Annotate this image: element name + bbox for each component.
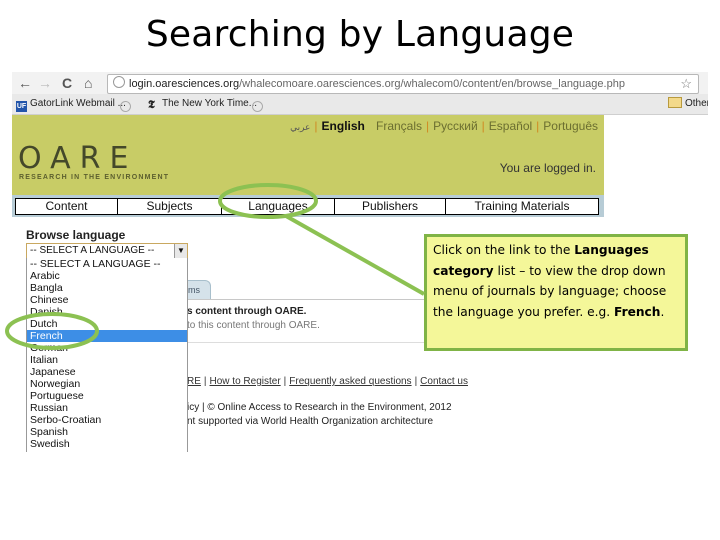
footer-link-faq[interactable]: Frequently asked questions — [289, 376, 411, 387]
tagline: RESEARCH IN THE ENVIRONMENT — [19, 174, 170, 181]
language-switcher: عربي|English|Françals|Русский|Español|Po… — [290, 119, 598, 133]
footer-link-about[interactable]: RE — [187, 376, 201, 387]
language-option[interactable]: Arabic — [27, 270, 187, 282]
browser-toolbar: ← → C ⌂ login.oaresciences.org/whalecomo… — [12, 72, 708, 94]
language-option[interactable]: Japanese — [27, 366, 187, 378]
language-option[interactable]: Serbo-Croatian — [27, 414, 187, 426]
language-option[interactable]: Russian — [27, 402, 187, 414]
language-option[interactable]: French — [27, 330, 187, 342]
language-option[interactable]: German — [27, 342, 187, 354]
lang-english[interactable]: English — [322, 119, 365, 133]
language-option[interactable]: Spanish — [27, 426, 187, 438]
language-option[interactable]: Swedish — [27, 438, 187, 450]
footer-copyright: icy | © Online Access to Research in the… — [187, 402, 452, 413]
nav-subjects[interactable]: Subjects — [118, 199, 222, 214]
language-option[interactable]: Chinese — [27, 294, 187, 306]
browse-language-heading: Browse language — [26, 228, 126, 242]
content-line-1: s content through OARE. — [187, 306, 307, 317]
language-select[interactable]: -- SELECT A LANGUAGE -- ▼ — [26, 243, 188, 259]
uf-logo-icon: UF — [16, 101, 27, 112]
footer-support: nt supported via World Health Organizati… — [187, 416, 434, 427]
forward-icon[interactable]: → — [38, 74, 52, 92]
footer-link-contact[interactable]: Contact us — [420, 376, 468, 387]
home-icon[interactable]: ⌂ — [84, 74, 92, 92]
content-tab[interactable]: ms — [187, 280, 211, 299]
footer-links: RE | How to Register | Frequently asked ques… — [187, 376, 468, 387]
language-option[interactable]: Italian — [27, 354, 187, 366]
folder-icon — [668, 97, 682, 108]
bookmarks-bar: UF GatorLink Webmail ... 𝕿 The New York Ti… — [12, 94, 708, 115]
reload-icon[interactable]: C — [62, 74, 72, 92]
lang-arabic[interactable]: عربي — [290, 122, 310, 132]
bookmark-star-icon[interactable]: ☆ — [680, 75, 692, 93]
nav-content[interactable]: Content — [16, 199, 118, 214]
callout-bold-french: French — [614, 304, 661, 319]
bookmark-gatorlink[interactable]: UF GatorLink Webmail ... — [16, 94, 126, 114]
slide-title: Searching by Language — [145, 14, 575, 55]
footer-link-register[interactable]: How to Register — [210, 376, 281, 387]
language-option[interactable]: Dutch — [27, 318, 187, 330]
nav-publishers[interactable]: Publishers — [335, 199, 446, 214]
chevron-down-icon[interactable]: ▼ — [174, 244, 187, 258]
language-select-value: -- SELECT A LANGUAGE -- — [30, 245, 155, 256]
other-bookmarks[interactable]: Other — [668, 94, 708, 114]
url-bar[interactable]: login.oaresciences.org/whalecomoare.oare… — [107, 74, 699, 94]
lang-portuguese[interactable]: Português — [543, 119, 598, 133]
lang-french[interactable]: Françals — [376, 119, 422, 133]
instruction-callout: Click on the link to the Languages categ… — [424, 234, 688, 351]
language-dropdown-list: -- SELECT A LANGUAGE -- Arabic Bangla Chine… — [26, 258, 188, 452]
language-option[interactable]: Norwegian — [27, 378, 187, 390]
nav-languages[interactable]: Languages — [222, 199, 335, 214]
content-line-2: to this content through OARE. — [187, 320, 320, 331]
main-nav: Content Subjects Languages Publishers Tr… — [12, 195, 604, 217]
back-icon[interactable]: ← — [18, 74, 32, 92]
globe-icon — [120, 101, 131, 112]
lang-russian[interactable]: Русский — [433, 119, 478, 133]
nav-training-materials[interactable]: Training Materials — [446, 199, 598, 214]
language-option[interactable]: Portuguese — [27, 390, 187, 402]
globe-icon — [252, 101, 263, 112]
language-option[interactable]: Danish — [27, 306, 187, 318]
page-info-icon — [113, 76, 125, 88]
site-header: عربي|English|Françals|Русский|Español|Po… — [12, 115, 604, 195]
url-host: login.oaresciences.org — [129, 78, 240, 90]
lang-spanish[interactable]: Español — [489, 119, 532, 133]
nyt-logo-icon: 𝕿 — [148, 99, 155, 111]
url-path: /whalecomoare.oaresciences.org/whalecom0… — [239, 78, 625, 90]
login-status: You are logged in. — [499, 161, 596, 175]
bookmark-nytimes[interactable]: 𝕿 The New York Time... — [148, 94, 257, 114]
language-option[interactable]: Bangla — [27, 282, 187, 294]
language-option[interactable]: -- SELECT A LANGUAGE -- — [27, 258, 187, 270]
oare-logo[interactable]: OARE — [18, 141, 137, 176]
